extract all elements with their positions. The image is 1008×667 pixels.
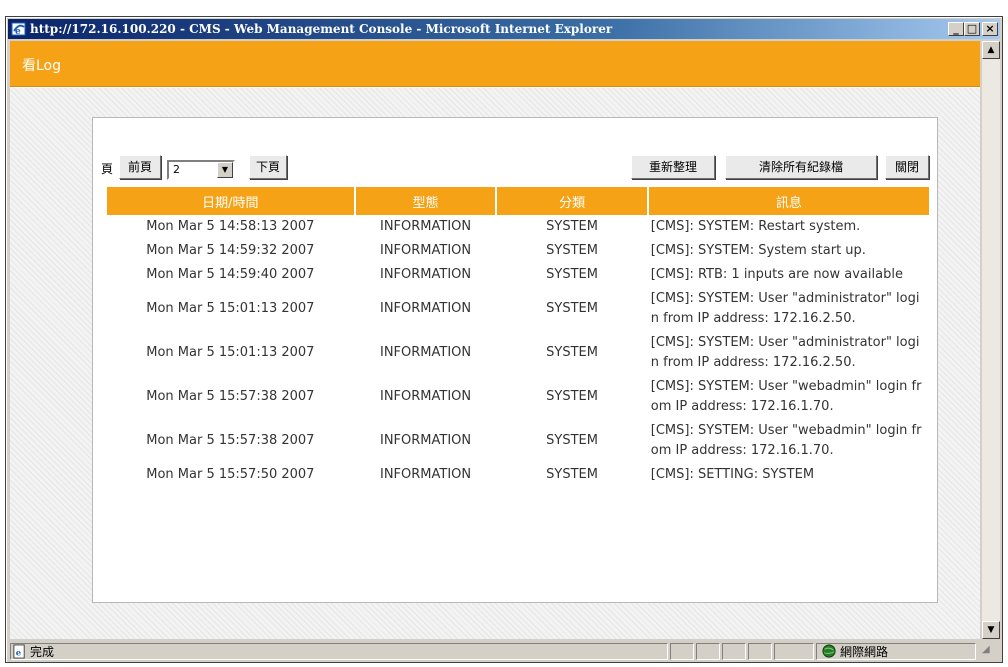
cell-message: [CMS]: SYSTEM: System start up. [650, 243, 866, 258]
page-select-value: 2 [173, 163, 180, 176]
column-header-type: 型態 [355, 187, 496, 215]
close-window-button[interactable]: × [982, 22, 998, 36]
page-select[interactable]: 2 ▼ [167, 160, 235, 180]
cell-message: [CMS]: SYSTEM: User "webadmin" login fro… [650, 423, 922, 458]
next-page-button[interactable]: 下頁 [249, 155, 287, 179]
close-icon: × [985, 22, 995, 35]
cell-datetime: Mon Mar 5 15:57:38 2007 [146, 389, 315, 404]
cell-category: SYSTEM [546, 243, 598, 258]
cell-message: [CMS]: SYSTEM: User "administrator" logi… [650, 291, 920, 326]
cell-type: INFORMATION [379, 243, 472, 258]
status-cell-main [10, 643, 668, 660]
cell-message: [CMS]: SYSTEM: Restart system. [650, 219, 861, 234]
table-row: Mon Mar 5 15:01:13 2007 INFORMATION SYST… [107, 331, 929, 375]
internet-globe-icon [822, 644, 836, 658]
cell-category: SYSTEM [546, 345, 598, 360]
svg-text:e: e [15, 27, 21, 37]
cell-datetime: Mon Mar 5 15:01:13 2007 [146, 301, 315, 316]
log-panel: 頁 前頁 2 ▼ 下頁 重新整理 清除所有紀錄檔 關閉 日期/時間 型態 分類 … [92, 117, 938, 603]
cell-category: SYSTEM [546, 219, 598, 234]
chevron-down-icon[interactable]: ▼ [217, 162, 233, 178]
status-cell [748, 643, 772, 660]
scroll-down-button[interactable]: ▼ [982, 621, 1000, 639]
security-zone-text: 網際網路 [840, 645, 889, 659]
clear-all-logs-button[interactable]: 清除所有紀錄檔 [725, 155, 877, 179]
log-table: 日期/時間 型態 分類 訊息 Mon Mar 5 14:58:13 2007 I… [105, 187, 931, 487]
cell-category: SYSTEM [546, 301, 598, 316]
page-viewport: 看Log 頁 前頁 2 ▼ 下頁 重新整理 清除所有紀錄檔 關閉 日期/時間 型… [10, 41, 980, 639]
cell-datetime: Mon Mar 5 15:57:50 2007 [146, 467, 315, 482]
table-row: Mon Mar 5 15:01:13 2007 INFORMATION SYST… [107, 287, 929, 331]
cell-type: INFORMATION [379, 301, 472, 316]
vertical-scrollbar[interactable]: ▲ ▼ [982, 41, 1000, 639]
status-cell [696, 643, 720, 660]
cell-datetime: Mon Mar 5 14:59:40 2007 [146, 267, 315, 282]
cell-category: SYSTEM [546, 467, 598, 482]
window-title: http://172.16.100.220 - CMS - Web Manage… [30, 22, 613, 36]
table-header-row: 日期/時間 型態 分類 訊息 [107, 187, 929, 215]
cell-message: [CMS]: SYSTEM: User "administrator" logi… [650, 335, 920, 370]
cell-category: SYSTEM [546, 389, 598, 404]
table-row: Mon Mar 5 14:59:32 2007 INFORMATION SYST… [107, 239, 929, 263]
cell-type: INFORMATION [379, 389, 472, 404]
cell-datetime: Mon Mar 5 14:59:32 2007 [146, 243, 315, 258]
ie-icon: e [11, 22, 26, 37]
browser-window: e http://172.16.100.220 - CMS - Web Mana… [5, 16, 1003, 663]
table-row: Mon Mar 5 15:57:50 2007 INFORMATION SYST… [107, 463, 929, 487]
cell-type: INFORMATION [379, 267, 472, 282]
arrow-up-icon: ▲ [987, 45, 995, 55]
refresh-button[interactable]: 重新整理 [631, 155, 715, 179]
cell-type: INFORMATION [379, 433, 472, 448]
table-row: Mon Mar 5 15:57:38 2007 INFORMATION SYST… [107, 375, 929, 419]
page-title: 看Log [22, 58, 62, 74]
cell-type: INFORMATION [379, 345, 472, 360]
cell-datetime: Mon Mar 5 14:58:13 2007 [146, 219, 315, 234]
column-header-category: 分類 [497, 187, 647, 215]
cell-category: SYSTEM [546, 433, 598, 448]
scroll-up-button[interactable]: ▲ [982, 41, 1000, 59]
status-cell [774, 643, 814, 660]
arrow-down-icon: ▼ [987, 625, 995, 635]
table-row: Mon Mar 5 14:59:40 2007 INFORMATION SYST… [107, 263, 929, 287]
header-banner: 看Log [10, 41, 980, 87]
minimize-button[interactable]: _ [948, 22, 964, 36]
cell-category: SYSTEM [546, 267, 598, 282]
cell-message: [CMS]: SYSTEM: User "webadmin" login fro… [650, 379, 922, 414]
close-button[interactable]: 關閉 [885, 155, 929, 179]
pager-label: 頁 [101, 162, 114, 176]
status-cell [670, 643, 694, 660]
minimize-icon: _ [953, 22, 959, 35]
status-cell [722, 643, 746, 660]
table-row: Mon Mar 5 14:58:13 2007 INFORMATION SYST… [107, 215, 929, 239]
column-header-message: 訊息 [648, 187, 929, 215]
maximize-button[interactable]: □ [964, 22, 980, 36]
cell-message: [CMS]: SETTING: SYSTEM [650, 467, 815, 482]
resize-grip-icon[interactable]: ◢ [982, 644, 990, 655]
column-header-datetime: 日期/時間 [107, 187, 354, 215]
cell-datetime: Mon Mar 5 15:57:38 2007 [146, 433, 315, 448]
cell-type: INFORMATION [379, 219, 472, 234]
status-bar: e 完成 網際網路 ◢ [8, 641, 1000, 661]
cell-datetime: Mon Mar 5 15:01:13 2007 [146, 345, 315, 360]
table-row: Mon Mar 5 15:57:38 2007 INFORMATION SYST… [107, 419, 929, 463]
maximize-icon: □ [966, 22, 978, 35]
prev-page-button[interactable]: 前頁 [119, 155, 161, 179]
title-bar[interactable]: e http://172.16.100.220 - CMS - Web Mana… [8, 19, 1000, 39]
cell-message: [CMS]: RTB: 1 inputs are now available [650, 267, 903, 282]
cell-type: INFORMATION [379, 467, 472, 482]
